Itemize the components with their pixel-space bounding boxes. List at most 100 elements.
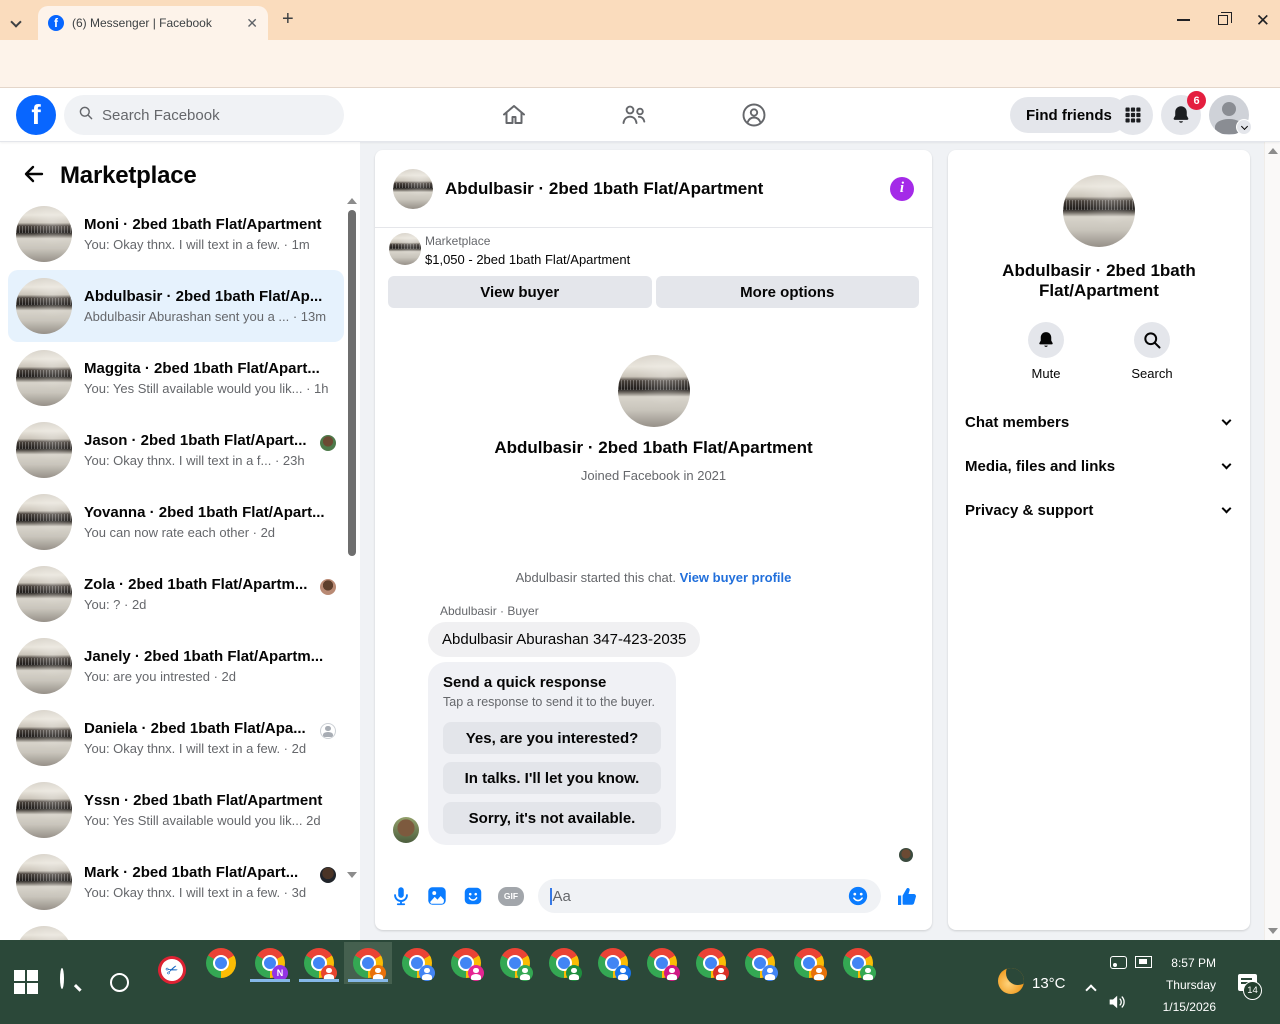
speaker-icon[interactable] — [1108, 994, 1128, 1010]
friends-icon[interactable] — [620, 101, 648, 129]
taskbar-chrome-icon[interactable] — [785, 942, 833, 984]
info-icon[interactable]: i — [890, 176, 914, 201]
voice-clip-icon[interactable] — [390, 885, 412, 907]
facebook-logo[interactable]: f — [16, 95, 56, 135]
cast-icon[interactable] — [1110, 956, 1127, 969]
message-bubble[interactable]: Abdulbasir Aburashan 347-423-2035 — [428, 622, 701, 657]
quick-response-option[interactable]: Yes, are you interested? — [443, 722, 661, 754]
listing-avatar — [16, 494, 72, 550]
conversation-preview: You: Yes Still available would you lik..… — [84, 381, 329, 396]
start-button[interactable] — [14, 970, 38, 994]
taskbar-chrome-icon[interactable] — [393, 942, 441, 984]
conversation-item[interactable]: Yssn · 2bed 1bath Flat/Apartment You: Yes… — [8, 774, 344, 846]
back-arrow-icon[interactable] — [22, 162, 46, 191]
sidebar-scrollbar[interactable] — [344, 142, 360, 886]
snipping-tool-icon[interactable]: ✂ — [154, 952, 190, 988]
conversation-item-selected[interactable]: Abdulbasir · 2bed 1bath Flat/Ap... Abdulb… — [8, 270, 344, 342]
mute-label: Mute — [1031, 366, 1061, 381]
window-restore-button[interactable] — [1217, 12, 1232, 25]
weather-moon-icon[interactable] — [998, 968, 1024, 994]
conversation-item[interactable]: Mark · 2bed 1bath Flat/Apart... You: Okay… — [8, 846, 344, 918]
view-buyer-button[interactable]: View buyer — [388, 276, 652, 308]
window-minimize-button[interactable] — [1176, 19, 1190, 21]
new-tab-button[interactable]: + — [282, 8, 294, 31]
listing-avatar — [16, 278, 72, 334]
search-facebook[interactable] — [64, 95, 344, 135]
weather-temperature[interactable]: 13°C — [1032, 975, 1066, 992]
conversation-item[interactable]: Janely · 2bed 1bath Flat/Apartm... You: a… — [8, 630, 344, 702]
section-chat-members[interactable]: Chat members — [948, 400, 1250, 444]
taskbar-search-icon[interactable] — [60, 968, 84, 994]
seen-avatar — [320, 435, 336, 451]
chat-started-line: Abdulbasir started this chat. View buyer… — [375, 570, 932, 585]
taskbar-chrome-icon[interactable] — [638, 942, 686, 984]
taskbar-chrome-icon-active[interactable] — [344, 942, 392, 984]
home-icon[interactable] — [500, 101, 528, 129]
thumbs-up-icon[interactable] — [895, 885, 917, 907]
conversation-name: Jason · 2bed 1bath Flat/Apart... — [84, 432, 307, 449]
seen-avatar — [320, 579, 336, 595]
quick-response-option[interactable]: Sorry, it's not available. — [443, 802, 661, 834]
conversation-name: Yssn · 2bed 1bath Flat/Apartment — [84, 792, 323, 809]
task-view-icon[interactable] — [110, 973, 129, 992]
quick-response-option[interactable]: In talks. I'll let you know. — [443, 762, 661, 794]
account-chevron-icon[interactable] — [1236, 119, 1252, 135]
conversation-item[interactable]: Zola · 2bed 1bath Flat/Apartm... You: ? ·… — [8, 558, 344, 630]
taskbar-chrome-icon[interactable] — [540, 942, 588, 984]
groups-icon[interactable] — [740, 101, 768, 129]
search-conversation-button[interactable]: Search — [1117, 322, 1187, 381]
search-input[interactable] — [102, 106, 330, 124]
chat-messages: Abdulbasir · 2bed 1bath Flat/Apartment J… — [375, 318, 932, 862]
tab-title: (6) Messenger | Facebook — [72, 16, 212, 30]
chevron-down-icon[interactable] — [10, 13, 26, 28]
taskbar-chrome-icon[interactable] — [197, 942, 245, 984]
taskbar-chrome-icon[interactable] — [834, 942, 882, 984]
taskbar-chrome-icon[interactable] — [442, 942, 490, 984]
conversation-preview: You: Okay thnx. I will text in a few. · … — [84, 237, 310, 252]
scrollbar-thumb[interactable] — [348, 210, 356, 556]
page-body: Marketplace Moni · 2bed 1bath Flat/Apart… — [0, 142, 1280, 940]
taskbar-chrome-icon[interactable]: N — [246, 942, 294, 984]
conversation-item[interactable]: Jason · 2bed 1bath Flat/Apart... You: Oka… — [8, 414, 344, 486]
view-buyer-profile-link[interactable]: View buyer profile — [680, 570, 792, 585]
page-scrollbar[interactable] — [1264, 142, 1280, 940]
taskbar-chrome-icon[interactable] — [736, 942, 784, 984]
conversation-preview: Abdulbasir Aburashan sent you a ... · 13… — [84, 309, 327, 324]
taskbar-chrome-icon[interactable] — [491, 942, 539, 984]
chat-header[interactable]: Abdulbasir · 2bed 1bath Flat/Apartment i — [375, 150, 932, 228]
chevron-down-icon — [1221, 415, 1232, 425]
more-options-button[interactable]: More options — [655, 276, 919, 308]
find-friends-button[interactable]: Find friends — [1010, 97, 1128, 133]
tab-close-icon[interactable]: ✕ — [246, 16, 258, 30]
listing-avatar — [16, 710, 72, 766]
taskbar-chrome-icon[interactable] — [687, 942, 735, 984]
conversation-item[interactable]: Daniela · 2bed 1bath Flat/Apa... You: Oka… — [8, 702, 344, 774]
conversation-item[interactable]: Moni · 2bed 1bath Flat/Apartment You: Oka… — [8, 198, 344, 270]
window-close-button[interactable]: ✕ — [1256, 12, 1270, 29]
mute-button[interactable]: Mute — [1011, 322, 1081, 381]
browser-tab[interactable]: f (6) Messenger | Facebook ✕ — [38, 6, 268, 40]
conversation-item[interactable]: Yovanna · 2bed 1bath Flat/Apart... You ca… — [8, 486, 344, 558]
taskbar-chrome-icon[interactable] — [589, 942, 637, 984]
apps-menu-button[interactable] — [1113, 95, 1153, 135]
photo-icon[interactable] — [426, 885, 448, 907]
conversation-name: Janely · 2bed 1bath Flat/Apartm... — [84, 648, 324, 665]
seen-avatar — [320, 723, 336, 739]
gif-icon[interactable]: GIF — [498, 886, 524, 906]
conversation-item[interactable]: Jakima · 2bed 1bath Flat/Apartm... — [8, 918, 344, 940]
text-caret — [550, 887, 552, 905]
taskbar-chrome-icon[interactable] — [295, 942, 343, 984]
emoji-icon[interactable] — [847, 885, 869, 907]
conversation-preview: You can now rate each other · 2d — [84, 525, 276, 540]
conversation-item[interactable]: Maggita · 2bed 1bath Flat/Apart... You: Y… — [8, 342, 344, 414]
notifications-button[interactable]: 6 — [1161, 91, 1206, 135]
section-privacy-support[interactable]: Privacy & support — [948, 488, 1250, 532]
sticker-icon[interactable] — [462, 885, 484, 907]
chrome-profile-badge — [860, 965, 876, 981]
taskbar-clock[interactable]: 8:57 PM Thursday 1/15/2026 — [1140, 952, 1216, 1018]
section-media-files-links[interactable]: Media, files and links — [948, 444, 1250, 488]
message-input[interactable]: Aa — [538, 879, 881, 913]
chevron-down-icon — [1221, 459, 1232, 469]
chat-title: Abdulbasir · 2bed 1bath Flat/Apartment — [445, 178, 764, 198]
tray-expand-icon[interactable] — [1085, 981, 1097, 999]
